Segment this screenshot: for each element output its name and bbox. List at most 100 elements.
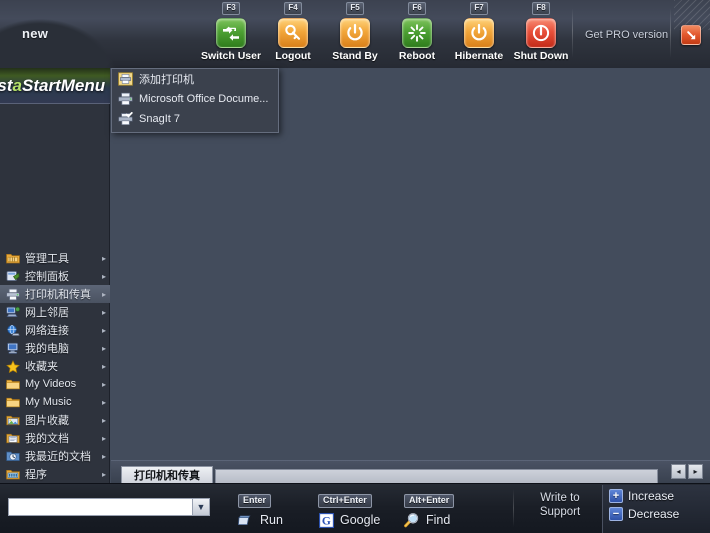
chevron-down-icon[interactable]: ▼ <box>192 499 209 515</box>
sidebar-item-my-pictures[interactable]: 图片收藏 ▸ <box>0 411 110 429</box>
collapse-window-button[interactable] <box>681 25 701 45</box>
vista-start-menu-window: new F3 Switch User F4 Logout F5 Stand By… <box>0 0 710 533</box>
folder-icon <box>6 377 20 391</box>
submenu-item-label: Microsoft Office Docume... <box>139 93 269 105</box>
fkey-badge-f4: F4 <box>284 2 302 15</box>
sidebar-item-label: 我的文档 <box>25 433 69 445</box>
increase-button[interactable]: + Increase <box>609 489 710 503</box>
tab-printers-and-faxes[interactable]: 打印机和传真 <box>121 466 213 483</box>
add-printer-icon <box>118 72 133 87</box>
chevron-right-icon: ▸ <box>101 379 106 389</box>
tab-scroll-left-button[interactable]: ◂ <box>671 464 686 479</box>
bottom-divider <box>513 489 514 527</box>
sidebar-item-my-music[interactable]: My Music ▸ <box>0 393 110 411</box>
tab-scroll-right-button[interactable]: ▸ <box>688 464 703 479</box>
google-icon: G <box>318 512 334 528</box>
search-combobox[interactable]: ▼ <box>8 498 210 516</box>
sidebar-item-label: 管理工具 <box>25 253 69 265</box>
sidebar-item-favorites[interactable]: 收藏夹 ▸ <box>0 357 110 375</box>
chevron-right-icon: ▸ <box>101 433 106 443</box>
chevron-right-icon: ▸ <box>101 415 106 425</box>
reboot-button[interactable]: F6 Reboot <box>386 2 448 66</box>
write-to-support-link[interactable]: Write to Support <box>525 491 595 519</box>
fkey-badge-f3: F3 <box>222 2 240 15</box>
sidebar-item-my-documents[interactable]: 我的文档 ▸ <box>0 429 110 447</box>
reboot-label: Reboot <box>398 50 436 62</box>
sidebar-item-network-places[interactable]: 网上邻居 ▸ <box>0 303 110 321</box>
app-logo: VistaStartMenu <box>0 68 110 104</box>
get-pro-version-link[interactable]: Get PRO version <box>585 29 668 41</box>
decrease-button[interactable]: − Decrease <box>609 507 710 521</box>
sidebar-item-printers-and-faxes[interactable]: 打印机和传真 ▸ <box>0 285 110 303</box>
fkey-badge-f7: F7 <box>470 2 488 15</box>
chevron-right-icon: ▸ <box>101 451 106 461</box>
chevron-right-icon: ▸ <box>101 289 106 299</box>
power-button-group: F3 Switch User F4 Logout F5 Stand By F6 … <box>200 2 572 66</box>
printers-submenu-popup: 添加打印机 Microsoft Office Docume... SnagIt … <box>111 68 279 133</box>
sidebar-item-label: 程序 <box>25 469 47 481</box>
switch-user-button[interactable]: F3 Switch User <box>200 2 262 66</box>
sidebar-item-my-computer[interactable]: 我的电脑 ▸ <box>0 339 110 357</box>
pictures-folder-icon <box>6 413 20 427</box>
power-icon <box>464 18 494 48</box>
chevron-right-icon: ▸ <box>101 307 106 317</box>
shut-down-button[interactable]: F8 Shut Down <box>510 2 572 66</box>
fkey-badge-f5: F5 <box>346 2 364 15</box>
magnifier-icon <box>404 512 420 528</box>
run-label: Run <box>260 513 283 527</box>
sidebar-item-my-videos[interactable]: My Videos ▸ <box>0 375 110 393</box>
tools-folder-icon <box>6 251 20 265</box>
run-shortcut-key: Enter <box>238 494 272 508</box>
sidebar-item-control-panel[interactable]: 控制面板 ▸ <box>0 267 110 285</box>
search-input[interactable] <box>9 499 192 515</box>
toolbar-divider-left <box>572 8 573 58</box>
submenu-item-snagit-7[interactable]: SnagIt 7 <box>112 109 278 129</box>
snagit-printer-icon <box>118 112 133 127</box>
sidebar-item-label: 控制面板 <box>25 271 69 283</box>
google-shortcut[interactable]: Ctrl+Enter G Google <box>318 490 380 528</box>
sidebar-item-label: My Music <box>25 396 72 408</box>
printer-icon <box>118 92 133 107</box>
documents-folder-icon <box>6 431 20 445</box>
run-icon <box>238 512 254 528</box>
minus-icon: − <box>609 507 623 521</box>
svg-text:G: G <box>321 515 330 527</box>
toolbar-divider-right <box>670 8 671 58</box>
sidebar-item-label: 图片收藏 <box>25 415 69 427</box>
sidebar-item-recent-documents[interactable]: 我最近的文档 ▸ <box>0 447 110 465</box>
sidebar-item-network-connections[interactable]: 网络连接 ▸ <box>0 321 110 339</box>
submenu-item-label: SnagIt 7 <box>139 113 180 125</box>
shut-down-label: Shut Down <box>513 50 569 62</box>
sidebar-item-label: 我的电脑 <box>25 343 69 355</box>
find-shortcut[interactable]: Alt+Enter Find <box>404 490 455 528</box>
submenu-item-add-printer[interactable]: 添加打印机 <box>112 69 278 89</box>
plus-icon: + <box>609 489 623 503</box>
submenu-item-office-document-image-writer[interactable]: Microsoft Office Docume... <box>112 89 278 109</box>
background-hill-decoration <box>0 8 130 68</box>
find-shortcut-key: Alt+Enter <box>404 494 455 508</box>
hibernate-label: Hibernate <box>454 50 504 62</box>
hibernate-button[interactable]: F7 Hibernate <box>448 2 510 66</box>
sidebar-item-label: 打印机和传真 <box>25 289 91 301</box>
sidebar-menu: 管理工具 ▸ 控制面板 ▸ 打印机和传真 ▸ 网上邻居 ▸ 网络连接 ▸ 我的电… <box>0 249 110 483</box>
sidebar-item-label: 网络连接 <box>25 325 69 337</box>
sidebar: VistaStartMenu 管理工具 ▸ <box>0 68 110 483</box>
folder-icon <box>6 395 20 409</box>
chevron-right-icon: ▸ <box>101 469 106 479</box>
network-globe-icon <box>6 323 20 337</box>
sidebar-item-admin-tools[interactable]: 管理工具 ▸ <box>0 249 110 267</box>
printer-icon <box>6 287 20 301</box>
sidebar-item-label: 我最近的文档 <box>25 451 91 463</box>
chevron-right-icon: ▸ <box>101 361 106 371</box>
chevron-right-icon: ▸ <box>101 343 106 353</box>
app-logo-text: VistaStartMenu <box>0 76 106 95</box>
stand-by-button[interactable]: F5 Stand By <box>324 2 386 66</box>
run-shortcut[interactable]: Enter Run <box>238 490 283 528</box>
stand-by-label: Stand By <box>332 50 378 62</box>
logout-button[interactable]: F4 Logout <box>262 2 324 66</box>
chevron-right-icon: ▸ <box>101 253 106 263</box>
sidebar-item-programs[interactable]: 程序 ▸ <box>0 465 110 483</box>
fkey-badge-f6: F6 <box>408 2 426 15</box>
sidebar-item-label: 收藏夹 <box>25 361 58 373</box>
google-shortcut-key: Ctrl+Enter <box>318 494 372 508</box>
